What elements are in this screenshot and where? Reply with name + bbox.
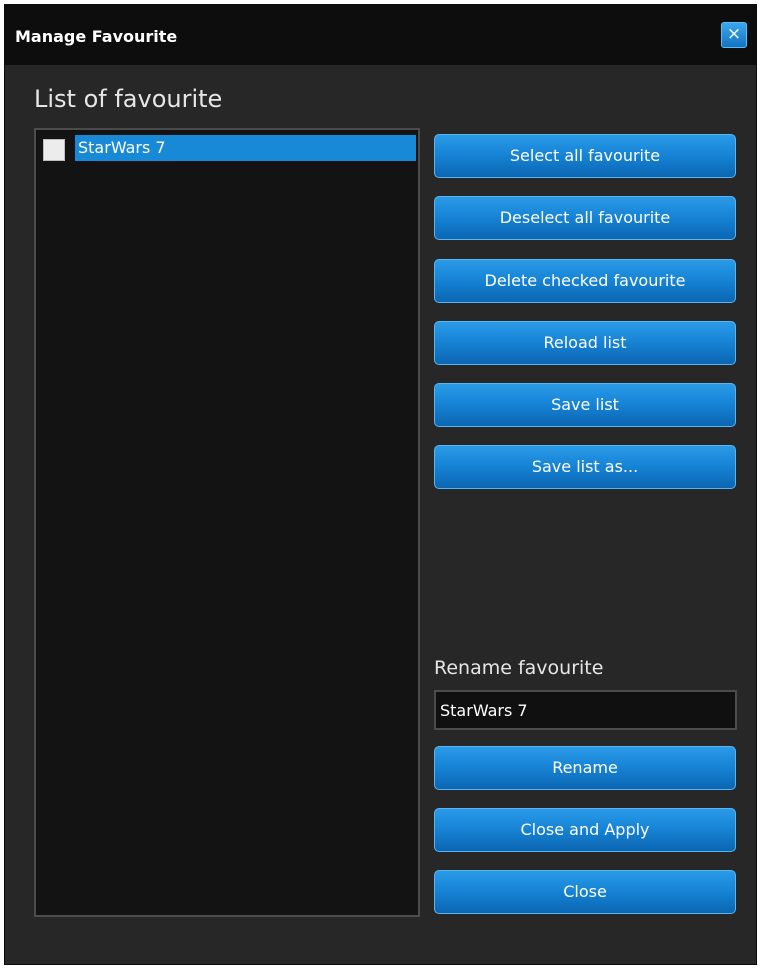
reload-list-button[interactable]: Reload list xyxy=(434,321,736,365)
manage-favourite-dialog: Manage Favourite × List of favourite Sta… xyxy=(4,4,757,965)
rename-favourite-label: Rename favourite xyxy=(434,657,604,679)
favourite-list[interactable]: StarWars 7 xyxy=(34,128,420,917)
close-icon[interactable]: × xyxy=(721,22,747,48)
rename-button[interactable]: Rename xyxy=(434,746,736,790)
list-item-label[interactable]: StarWars 7 xyxy=(75,135,416,161)
delete-checked-favourite-button[interactable]: Delete checked favourite xyxy=(434,259,736,303)
deselect-all-favourite-button[interactable]: Deselect all favourite xyxy=(434,196,736,240)
select-all-favourite-button[interactable]: Select all favourite xyxy=(434,134,736,178)
save-list-button[interactable]: Save list xyxy=(434,383,736,427)
checkbox-icon[interactable] xyxy=(43,139,65,161)
window-title: Manage Favourite xyxy=(15,27,178,46)
save-list-as-button[interactable]: Save list as... xyxy=(434,445,736,489)
close-button[interactable]: Close xyxy=(434,870,736,914)
title-bar: Manage Favourite × xyxy=(5,5,756,65)
rename-input[interactable] xyxy=(434,690,737,730)
list-heading: List of favourite xyxy=(34,85,223,113)
close-and-apply-button[interactable]: Close and Apply xyxy=(434,808,736,852)
list-item[interactable]: StarWars 7 xyxy=(41,135,416,161)
